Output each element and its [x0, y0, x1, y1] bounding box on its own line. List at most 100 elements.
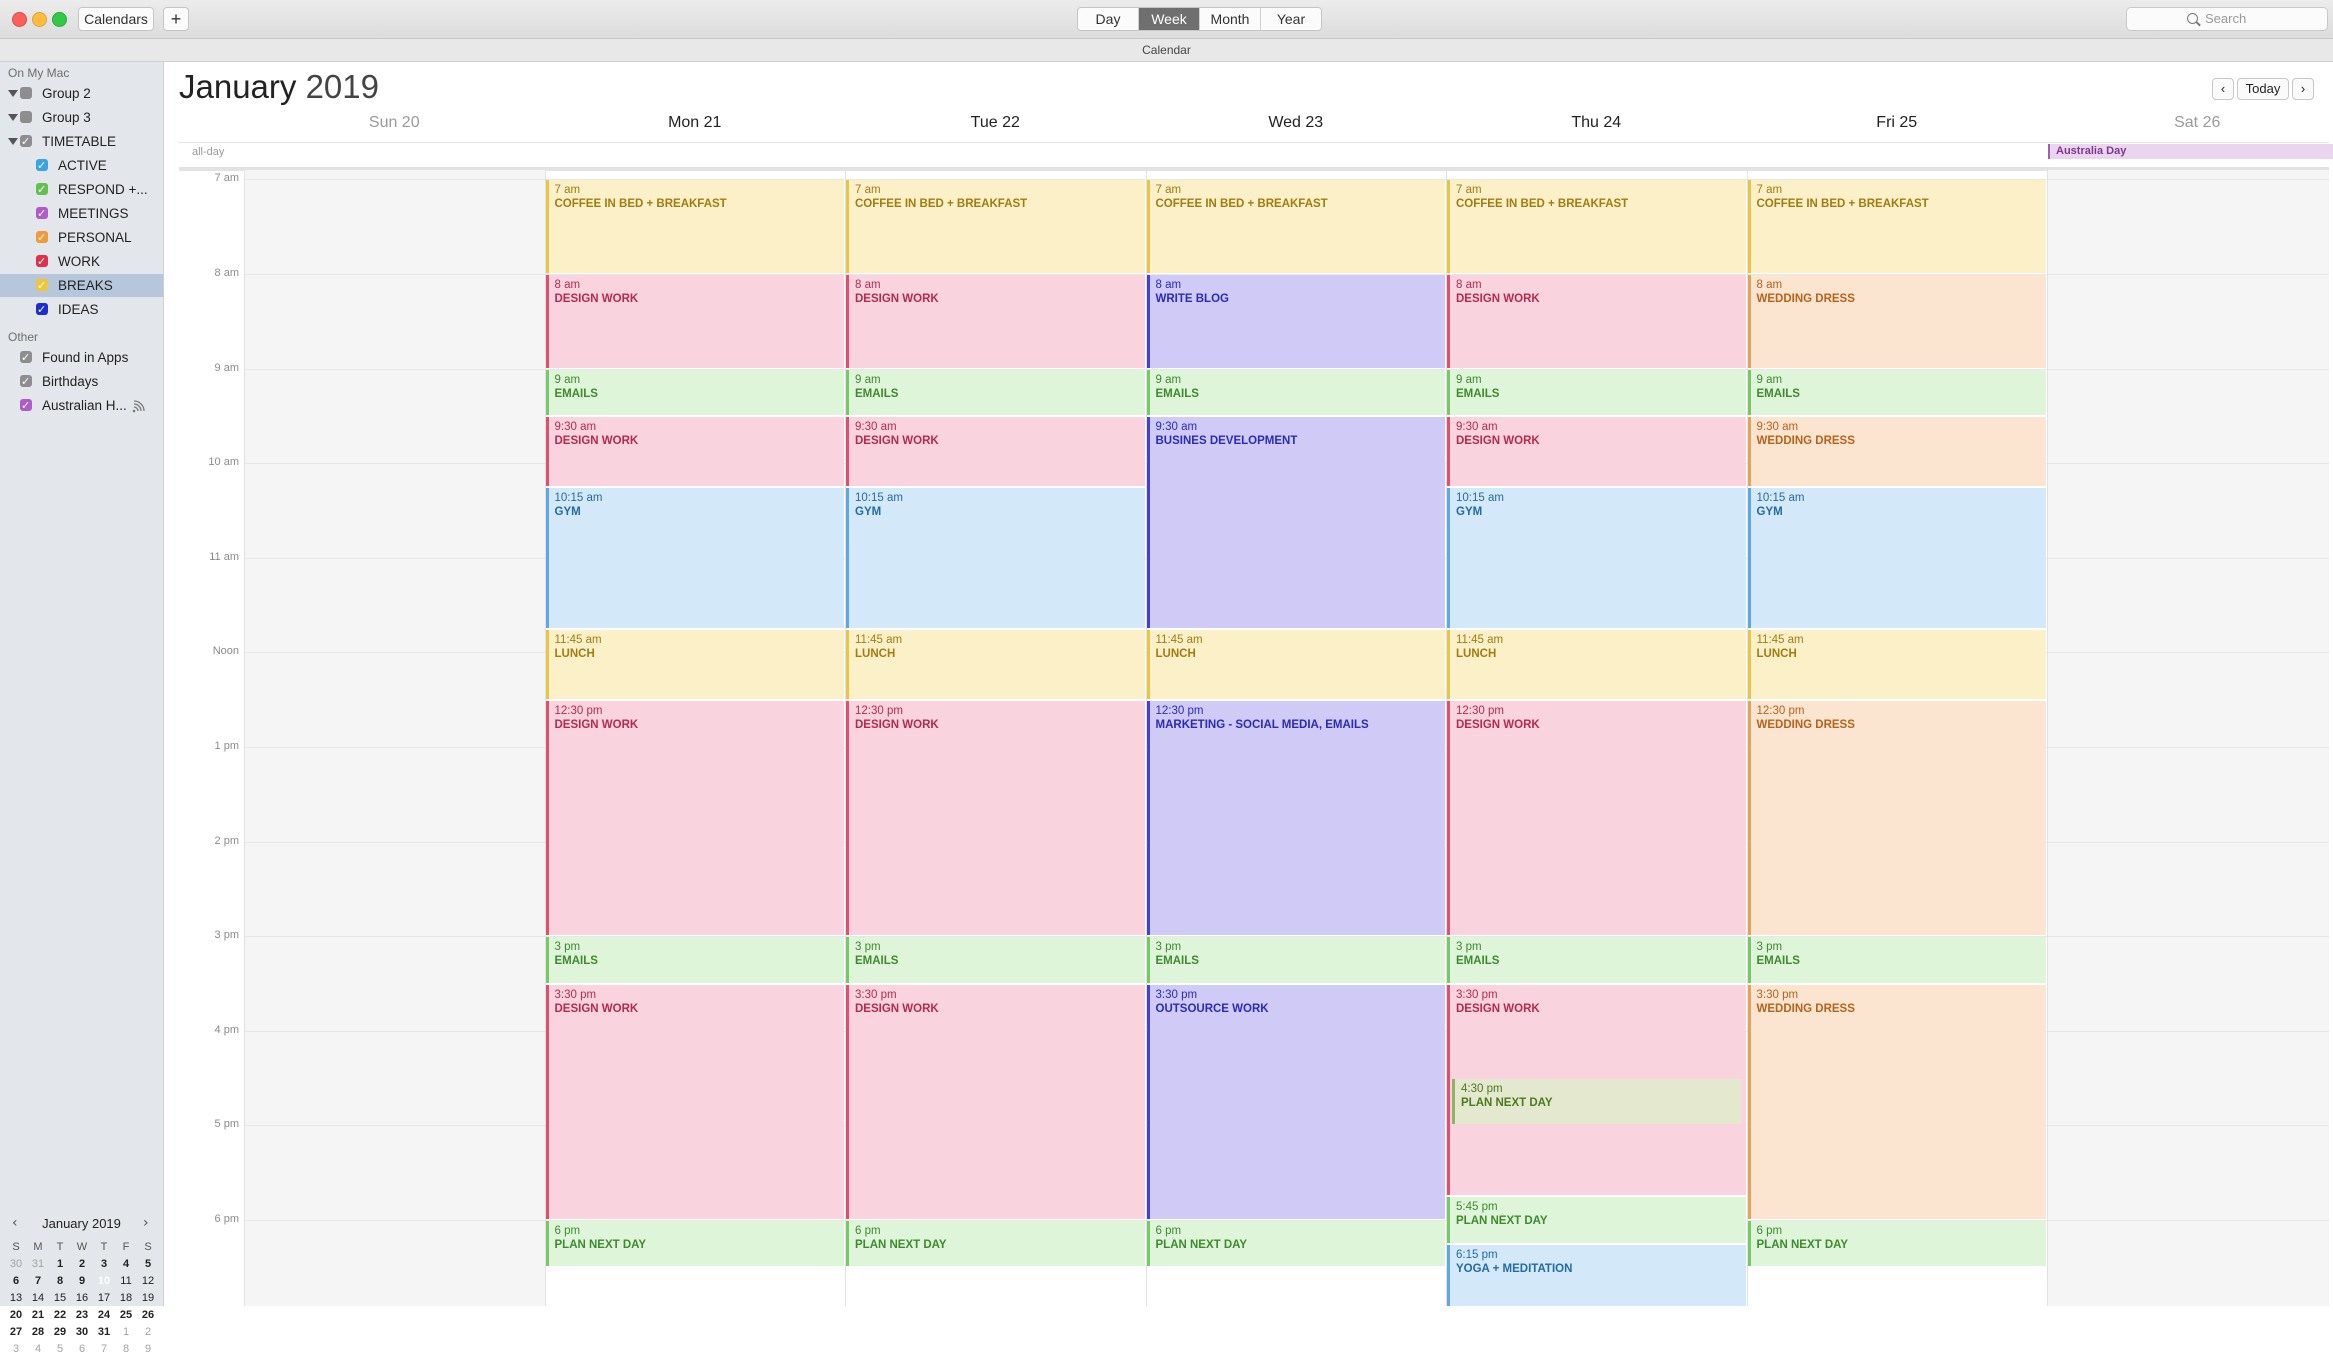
event-emails[interactable]: 9 am EMAILS — [1146, 369, 1445, 415]
event-emails[interactable]: 3 pm EMAILS — [1146, 937, 1445, 983]
event-lunch[interactable]: 11:45 am LUNCH — [545, 629, 844, 699]
event-lunch[interactable]: 11:45 am LUNCH — [1447, 629, 1746, 699]
mini-day[interactable]: 26 — [137, 1307, 159, 1323]
mini-day[interactable]: 21 — [27, 1307, 49, 1323]
today-button[interactable]: Today — [2237, 78, 2289, 100]
mini-day[interactable]: 3 — [93, 1256, 115, 1272]
day-header[interactable]: Sun 20 — [244, 114, 545, 132]
event-write-blog[interactable]: 8 am WRITE BLOG — [1146, 275, 1445, 368]
event-gym[interactable]: 10:15 am GYM — [846, 487, 1145, 628]
mini-next-month-icon[interactable]: › — [143, 1215, 149, 1231]
view-month-button[interactable]: Month — [1200, 8, 1261, 30]
mini-day[interactable]: 31 — [27, 1256, 49, 1272]
event-emails[interactable]: 9 am EMAILS — [545, 369, 844, 415]
event-emails[interactable]: 9 am EMAILS — [1747, 369, 2046, 415]
event-design-work[interactable]: 8 am DESIGN WORK — [545, 275, 844, 368]
mini-day[interactable]: 13 — [5, 1290, 27, 1306]
mini-day[interactable]: 6 — [5, 1273, 27, 1289]
event-gym[interactable]: 10:15 am GYM — [545, 487, 844, 628]
mini-day[interactable]: 6 — [71, 1341, 93, 1357]
event-plan-next-day[interactable]: 5:45 pm PLAN NEXT DAY — [1447, 1197, 1746, 1243]
mini-day[interactable]: 8 — [49, 1273, 71, 1289]
mini-day[interactable]: 1 — [115, 1324, 137, 1340]
mini-day[interactable]: 17 — [93, 1290, 115, 1306]
disclosure-triangle-icon[interactable] — [8, 138, 18, 145]
mini-day[interactable]: 5 — [137, 1256, 159, 1272]
mini-day[interactable]: 24 — [93, 1307, 115, 1323]
checkbox[interactable] — [36, 250, 48, 273]
sidebar-item-personal[interactable]: PERSONAL — [0, 226, 163, 249]
event-gym[interactable]: 10:15 am GYM — [1447, 487, 1746, 628]
time-grid[interactable]: 7 am 8 am 9 am 10 am 11 am Noon 1 pm 2 pm 3 pm 4 … — [179, 170, 2329, 1306]
mini-day[interactable]: 22 — [49, 1307, 71, 1323]
view-year-button[interactable]: Year — [1261, 8, 1321, 30]
mini-day[interactable]: 19 — [137, 1290, 159, 1306]
event-design-work[interactable]: 9:30 am DESIGN WORK — [1447, 416, 1746, 486]
event-wedding-dress[interactable]: 3:30 pm WEDDING DRESS — [1747, 984, 2046, 1220]
calendars-button[interactable]: Calendars — [78, 7, 154, 31]
mini-day[interactable]: 12 — [137, 1273, 159, 1289]
disclosure-triangle-icon[interactable] — [8, 90, 18, 97]
event-wedding-dress[interactable]: 8 am WEDDING DRESS — [1747, 275, 2046, 368]
sidebar-item-found-in-apps[interactable]: Found in Apps — [0, 346, 163, 369]
sidebar-item-work[interactable]: WORK — [0, 250, 163, 273]
disclosure-triangle-icon[interactable] — [8, 114, 18, 121]
mini-day[interactable]: 3 — [5, 1341, 27, 1357]
event-design-work[interactable]: 12:30 pm DESIGN WORK — [846, 700, 1145, 936]
event-lunch[interactable]: 11:45 am LUNCH — [846, 629, 1145, 699]
event-design-work[interactable]: 3:30 pm DESIGN WORK — [545, 984, 844, 1220]
checkbox[interactable] — [20, 370, 32, 393]
event-emails[interactable]: 3 pm EMAILS — [1447, 937, 1746, 983]
checkbox[interactable] — [20, 87, 32, 99]
mini-day[interactable]: 16 — [71, 1290, 93, 1306]
mini-day[interactable]: 7 — [27, 1273, 49, 1289]
event-coffee-in-bed-breakfast[interactable]: 7 am COFFEE IN BED + BREAKFAST — [545, 180, 844, 274]
mini-day[interactable]: 25 — [115, 1307, 137, 1323]
mini-day[interactable]: 28 — [27, 1324, 49, 1340]
close-window-button[interactable] — [12, 12, 27, 27]
event-emails[interactable]: 9 am EMAILS — [1447, 369, 1746, 415]
event-outsource-work[interactable]: 3:30 pm OUTSOURCE WORK — [1146, 984, 1445, 1220]
mini-day[interactable]: 5 — [49, 1341, 71, 1357]
event-design-work[interactable]: 8 am DESIGN WORK — [1447, 275, 1746, 368]
event-coffee-in-bed-breakfast[interactable]: 7 am COFFEE IN BED + BREAKFAST — [846, 180, 1145, 274]
mini-day[interactable]: 30 — [71, 1324, 93, 1340]
event-coffee-in-bed-breakfast[interactable]: 7 am COFFEE IN BED + BREAKFAST — [1747, 180, 2046, 274]
mini-day[interactable]: 9 — [137, 1341, 159, 1357]
event-plan-next-day[interactable]: 6 pm PLAN NEXT DAY — [1747, 1221, 2046, 1267]
checkbox[interactable] — [36, 154, 48, 177]
sidebar-item-breaks[interactable]: BREAKS — [0, 274, 163, 297]
event-plan-next-day[interactable]: 6 pm PLAN NEXT DAY — [545, 1221, 844, 1267]
event-plan-next-day[interactable]: 4:30 pm PLAN NEXT DAY — [1452, 1079, 1741, 1125]
mini-day[interactable]: 27 — [5, 1324, 27, 1340]
event-design-work[interactable]: 12:30 pm DESIGN WORK — [1447, 700, 1746, 936]
view-week-button[interactable]: Week — [1139, 8, 1200, 30]
checkbox[interactable] — [36, 178, 48, 201]
mini-day[interactable]: 4 — [115, 1256, 137, 1272]
event-gym[interactable]: 10:15 am GYM — [1747, 487, 2046, 628]
day-header[interactable]: Fri 25 — [1747, 114, 2048, 132]
mini-day[interactable]: 7 — [93, 1341, 115, 1357]
day-header[interactable]: Sat 26 — [2047, 114, 2333, 132]
add-event-button[interactable]: + — [163, 7, 189, 31]
event-wedding-dress[interactable]: 9:30 am WEDDING DRESS — [1747, 416, 2046, 486]
event-emails[interactable]: 3 pm EMAILS — [846, 937, 1145, 983]
next-week-button[interactable]: › — [2292, 78, 2314, 100]
mini-day[interactable]: 23 — [71, 1307, 93, 1323]
checkbox[interactable] — [36, 226, 48, 249]
event-coffee-in-bed-breakfast[interactable]: 7 am COFFEE IN BED + BREAKFAST — [1447, 180, 1746, 274]
sidebar-item-respond[interactable]: RESPOND +... — [0, 178, 163, 201]
event-marketing-social-media-emails[interactable]: 12:30 pm MARKETING - SOCIAL MEDIA, EMAILS — [1146, 700, 1445, 936]
event-design-work[interactable]: 9:30 am DESIGN WORK — [545, 416, 844, 486]
event-lunch[interactable]: 11:45 am LUNCH — [1747, 629, 2046, 699]
event-plan-next-day[interactable]: 6 pm PLAN NEXT DAY — [846, 1221, 1145, 1267]
mini-day[interactable]: 9 — [71, 1273, 93, 1289]
event-emails[interactable]: 3 pm EMAILS — [545, 937, 844, 983]
mini-day[interactable]: 8 — [115, 1341, 137, 1357]
event-plan-next-day[interactable]: 6 pm PLAN NEXT DAY — [1146, 1221, 1445, 1267]
sidebar-item-australian-h[interactable]: Australian H... — [0, 394, 163, 417]
mini-day[interactable]: 4 — [27, 1341, 49, 1357]
mini-day[interactable]: 31 — [93, 1324, 115, 1340]
search-field[interactable]: Search — [2126, 7, 2328, 31]
sidebar-item-birthdays[interactable]: Birthdays — [0, 370, 163, 393]
